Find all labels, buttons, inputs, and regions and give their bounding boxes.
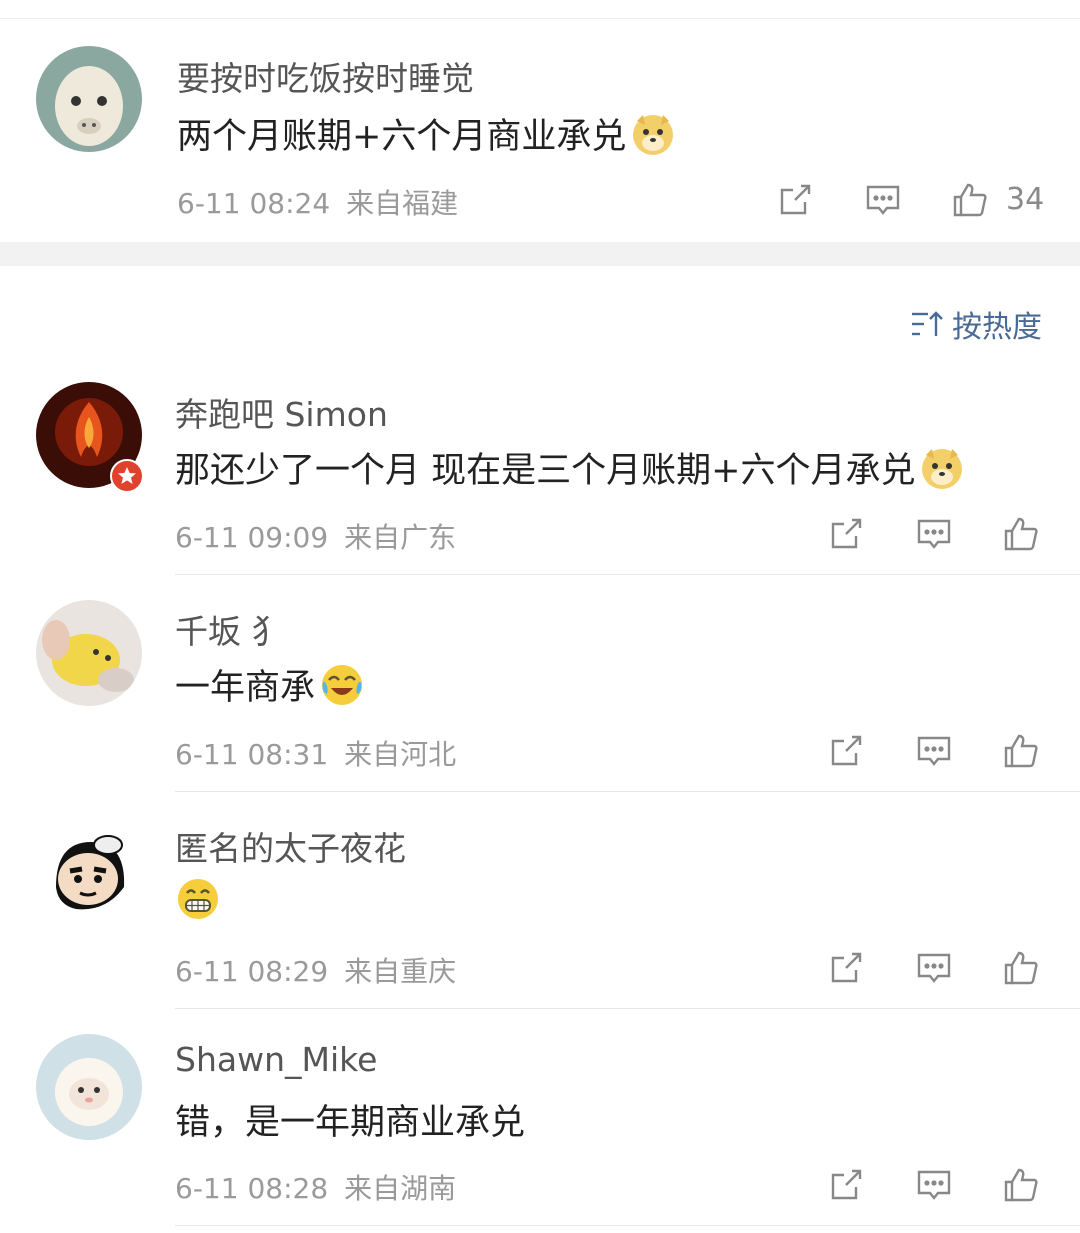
avatar-sheep[interactable] <box>36 1034 142 1140</box>
share-icon[interactable] <box>826 948 866 988</box>
comment-text <box>175 876 221 922</box>
like-icon[interactable] <box>1001 731 1041 771</box>
comment-meta: 6-11 08:29 来自重庆 <box>175 950 456 990</box>
username[interactable]: 千坂 犭 <box>175 605 285 653</box>
doge-emoji-icon <box>919 445 965 491</box>
comment-feed: 要按时吃饭按时睡觉 两个月账期+六个月商业承兑 6-11 08:24 来自福建 3… <box>0 0 1080 1233</box>
laugh-cry-emoji-icon <box>319 662 365 708</box>
sort-label: 按热度 <box>952 310 1042 345</box>
comment-text-content: 错，是一年期商业承兑 <box>175 1103 526 1143</box>
share-icon[interactable] <box>826 731 866 771</box>
sort-by-hot-button[interactable]: 按热度 <box>910 302 1042 346</box>
comment-text: 一年商承 <box>175 659 365 710</box>
share-icon[interactable] <box>826 1165 866 1205</box>
share-icon[interactable] <box>826 514 866 554</box>
timestamp: 6-11 08:24 <box>177 187 331 220</box>
divider <box>175 1008 1080 1009</box>
comment-meta: 6-11 08:28 来自湖南 <box>175 1167 456 1207</box>
timestamp: 6-11 08:31 <box>175 738 329 771</box>
timestamp: 6-11 09:09 <box>175 521 329 554</box>
reply-icon[interactable] <box>914 514 954 554</box>
comment-meta: 6-11 09:09 来自广东 <box>175 516 456 556</box>
section-divider <box>0 242 1080 266</box>
divider <box>175 791 1080 792</box>
comment-text-content: 两个月账期+六个月商业承兑 <box>177 117 627 157</box>
comment-text: 错，是一年期商业承兑 <box>175 1094 525 1145</box>
location: 来自湖南 <box>344 1172 457 1205</box>
share-icon[interactable] <box>775 180 815 220</box>
comment-text: 两个月账期+六个月商业承兑 <box>177 108 676 159</box>
reply-icon[interactable] <box>863 180 903 220</box>
comment-text-content: 那还少了一个月 现在是三个月账期+六个月承兑 <box>175 451 916 491</box>
location: 来自福建 <box>346 187 459 220</box>
like-icon[interactable] <box>950 180 990 220</box>
location: 来自河北 <box>344 738 457 771</box>
avatar-cartoon-boy[interactable] <box>36 817 142 923</box>
doge-emoji-icon <box>630 111 676 157</box>
like-icon[interactable] <box>1001 1165 1041 1205</box>
comment-text-content: 一年商承 <box>175 668 316 708</box>
avatar-yellow-plush[interactable] <box>36 600 142 706</box>
location: 来自广东 <box>344 521 457 554</box>
location: 来自重庆 <box>344 955 457 988</box>
comment-text: 那还少了一个月 现在是三个月账期+六个月承兑 <box>175 442 965 493</box>
username[interactable]: 匿名的太子夜花 <box>175 822 406 870</box>
divider <box>175 574 1080 575</box>
reply-icon[interactable] <box>914 731 954 771</box>
like-count: 34 <box>1006 182 1045 217</box>
comment-meta: 6-11 08:31 来自河北 <box>175 733 456 773</box>
username[interactable]: 奔跑吧 Simon <box>175 388 388 436</box>
comment-meta: 6-11 08:24 来自福建 <box>177 182 458 222</box>
divider <box>0 18 1080 19</box>
avatar-alpaca[interactable] <box>36 46 142 152</box>
divider <box>175 1225 1080 1226</box>
like-icon[interactable] <box>1001 514 1041 554</box>
like-icon[interactable] <box>1001 948 1041 988</box>
grin-emoji-icon <box>175 876 221 922</box>
username[interactable]: Shawn_Mike <box>175 1040 377 1079</box>
verified-badge-icon <box>110 459 144 493</box>
reply-icon[interactable] <box>914 948 954 988</box>
reply-icon[interactable] <box>914 1165 954 1205</box>
sort-icon <box>912 311 943 336</box>
timestamp: 6-11 08:29 <box>175 955 329 988</box>
username[interactable]: 要按时吃饭按时睡觉 <box>177 52 474 100</box>
timestamp: 6-11 08:28 <box>175 1172 329 1205</box>
